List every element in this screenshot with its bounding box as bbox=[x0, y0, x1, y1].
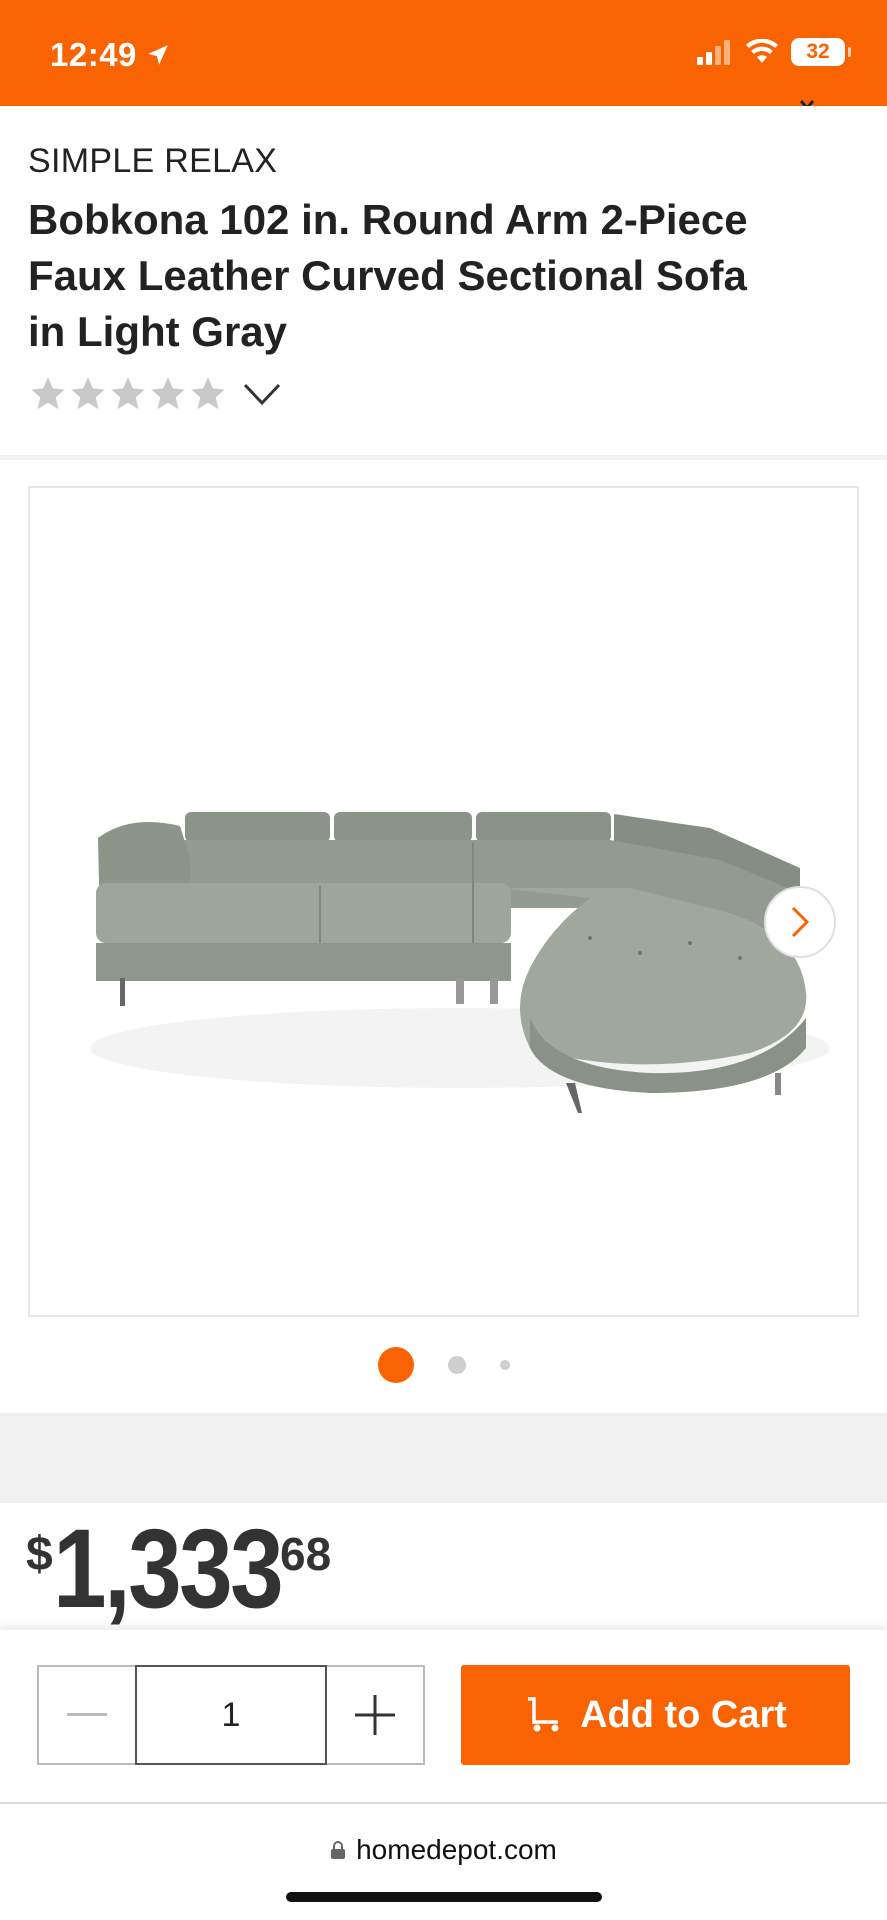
battery-icon: 32 bbox=[791, 38, 851, 66]
image-gallery bbox=[0, 460, 887, 1415]
product-header: SIMPLE RELAX Bobkona 102 in. Round Arm 2… bbox=[0, 106, 887, 456]
rating-stars[interactable] bbox=[28, 374, 282, 414]
quantity-stepper bbox=[37, 1665, 425, 1765]
url-display[interactable]: homedepot.com bbox=[0, 1834, 887, 1866]
cart-icon bbox=[528, 1697, 559, 1732]
increase-quantity-button[interactable] bbox=[327, 1667, 423, 1763]
signal-icon bbox=[697, 40, 730, 65]
battery-level: 32 bbox=[806, 40, 830, 63]
clock-text: 12:49 bbox=[50, 36, 137, 73]
product-title: Bobkona 102 in. Round Arm 2-Piece Faux L… bbox=[28, 196, 748, 355]
chevron-down-icon[interactable] bbox=[242, 381, 282, 407]
decrease-quantity-button[interactable] bbox=[39, 1667, 135, 1763]
status-time: 12:49 bbox=[50, 36, 171, 74]
star-icon bbox=[31, 377, 65, 409]
gallery-pagination bbox=[0, 1345, 887, 1385]
star-icon bbox=[191, 377, 225, 409]
price-dollars: 1,333 bbox=[52, 1506, 284, 1631]
price-currency: $ bbox=[26, 1528, 53, 1581]
chevron-right-icon bbox=[791, 906, 810, 938]
wifi-icon bbox=[746, 39, 778, 63]
home-indicator[interactable] bbox=[286, 1892, 602, 1902]
next-image-button[interactable] bbox=[764, 886, 836, 958]
price-cents: 68 bbox=[279, 1528, 332, 1580]
minus-icon bbox=[67, 1713, 107, 1716]
status-icons: 32 bbox=[697, 38, 851, 66]
sofa-image bbox=[90, 812, 830, 1113]
add-to-cart-bar: Add to Cart bbox=[0, 1630, 887, 1802]
star-icon bbox=[71, 377, 105, 409]
pagination-dot[interactable] bbox=[447, 1356, 466, 1374]
url-text: homedepot.com bbox=[356, 1834, 557, 1865]
add-to-cart-button[interactable]: Add to Cart bbox=[461, 1665, 850, 1765]
pagination-dot-active[interactable] bbox=[377, 1347, 414, 1383]
browser-address-bar[interactable]: homedepot.com bbox=[0, 1802, 887, 1920]
star-icon bbox=[151, 377, 185, 409]
plus-icon bbox=[355, 1695, 395, 1735]
brand-name[interactable]: SIMPLE RELAX bbox=[28, 142, 277, 181]
price-section: $ 1,333 68 bbox=[0, 1503, 887, 1633]
section-divider bbox=[0, 1413, 887, 1503]
add-to-cart-label: Add to Cart bbox=[580, 1693, 787, 1736]
status-bar: 12:49 32 bbox=[0, 0, 887, 110]
pagination-dot[interactable] bbox=[499, 1360, 510, 1370]
quantity-input[interactable] bbox=[135, 1665, 327, 1765]
lock-icon bbox=[331, 1841, 346, 1859]
location-arrow-icon bbox=[148, 45, 168, 65]
star-icon bbox=[111, 377, 145, 409]
product-price: $ 1,333 68 bbox=[26, 1513, 331, 1625]
product-image[interactable] bbox=[28, 486, 859, 1317]
